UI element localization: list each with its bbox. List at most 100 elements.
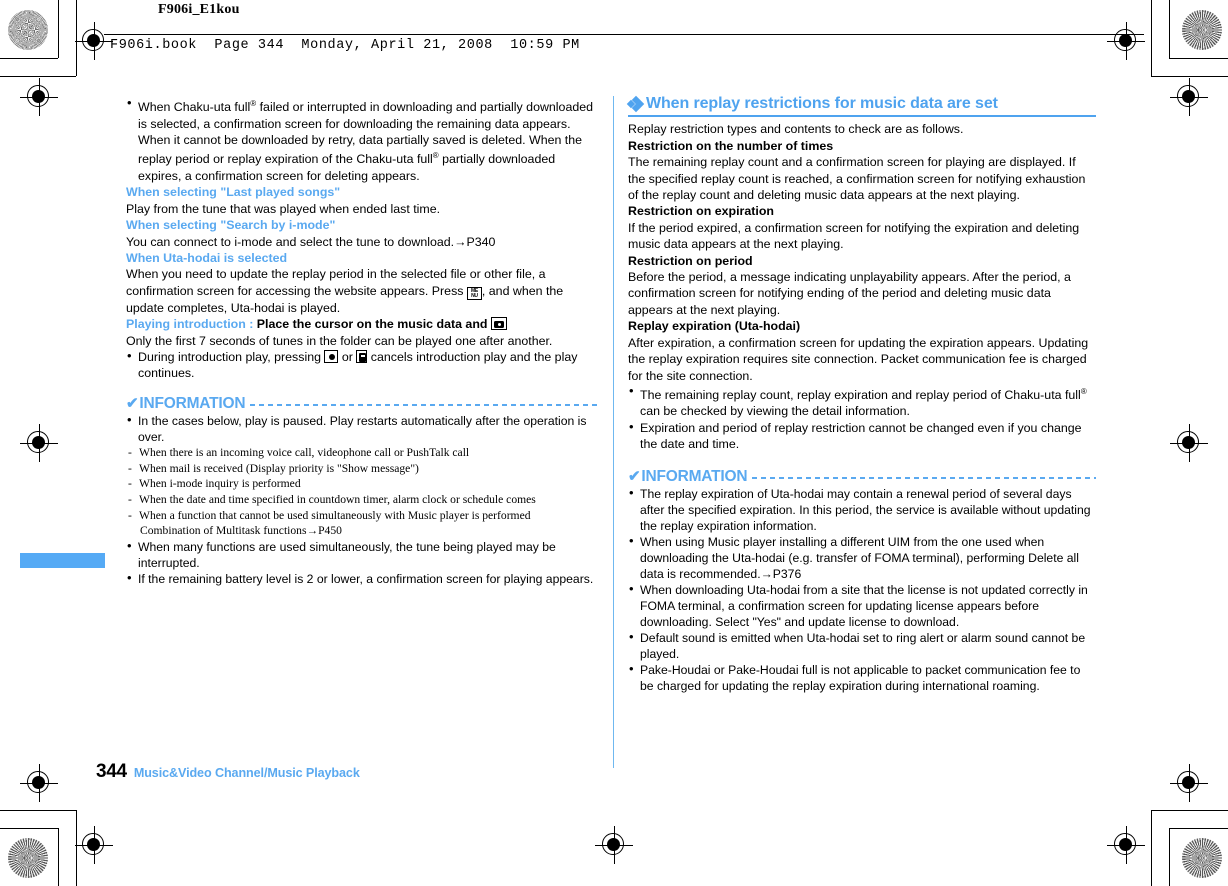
dashed-rule bbox=[250, 403, 600, 406]
information-body-right: The replay expiration of Uta-hodai may c… bbox=[628, 485, 1096, 694]
information-title-left: INFORMATION bbox=[139, 394, 246, 412]
crop-line-br-h1 bbox=[1169, 828, 1228, 829]
crop-line-tr-h1 bbox=[1169, 58, 1228, 59]
information-item: The replay expiration of Uta-hodai may c… bbox=[628, 485, 1096, 534]
restriction-body-replay-expiration: After expiration, a confirmation screen … bbox=[628, 335, 1089, 383]
playing-introduction-line: Playing introduction : Place the cursor … bbox=[126, 316, 600, 332]
rosette-mark-bottom-left bbox=[8, 838, 48, 878]
playing-introduction-instruction: Place the cursor on the music data and bbox=[256, 317, 488, 332]
information-heading-left: ✔ INFORMATION bbox=[126, 394, 600, 412]
playing-introduction-label: Playing introduction : bbox=[126, 317, 254, 332]
restriction-body-period: Before the period, a message indicating … bbox=[628, 270, 1071, 317]
page-arrow-icon: → bbox=[454, 234, 467, 249]
information-heading-right: ✔ INFORMATION bbox=[628, 467, 1096, 485]
information-sub-item-text: When a function that cannot be used simu… bbox=[139, 508, 531, 522]
column-divider bbox=[613, 96, 614, 768]
information-sub-item: When i-mode inquiry is performed bbox=[126, 476, 600, 492]
registration-mark-top-left-inner bbox=[75, 22, 113, 60]
information-item: In the cases below, play is paused. Play… bbox=[126, 412, 600, 445]
right-bullet-item: Expiration and period of replay restrict… bbox=[628, 419, 1096, 453]
information-item: Pake-Houdai or Pake-Houdai full is not a… bbox=[628, 661, 1096, 694]
right-bullet-item: The remaining replay count, replay expir… bbox=[628, 383, 1096, 420]
section-heading-text: When replay restrictions for music data … bbox=[646, 95, 998, 112]
chapter-tab-marker bbox=[20, 553, 105, 568]
right-bullet-list: The remaining replay count, replay expir… bbox=[628, 383, 1096, 453]
registered-mark: ® bbox=[432, 151, 439, 161]
book-print-info: F906i.book Page 344 Monday, April 21, 20… bbox=[110, 38, 580, 53]
restriction-body-expiration: If the period expired, a confirmation sc… bbox=[628, 220, 1080, 252]
camera-key-icon bbox=[490, 317, 507, 331]
crop-line-tl-v1 bbox=[58, 0, 59, 58]
information-list-left: In the cases below, play is paused. Play… bbox=[126, 412, 600, 445]
chapter-name: Music&Video Channel/Music Playback bbox=[133, 766, 360, 780]
restriction-heading-expiration: Restriction on expiration bbox=[628, 204, 774, 219]
subsection-heading-last-played: When selecting "Last played songs" bbox=[126, 185, 341, 200]
section-header-block: When replay restrictions for music data … bbox=[626, 95, 1096, 118]
lead-bullet-item: When Chaku-uta full® failed or interrupt… bbox=[126, 95, 600, 184]
information-sub-item: When there is an incoming voice call, vi… bbox=[126, 445, 600, 461]
menu-key-icon: ME NU bbox=[466, 286, 482, 300]
restriction-heading-count: Restriction on the number of times bbox=[628, 138, 834, 153]
enter-key-icon bbox=[324, 349, 339, 363]
registration-mark-bottom-right-inner bbox=[1107, 826, 1145, 864]
information-sub-item: When mail is received (Display priority … bbox=[126, 461, 600, 477]
registered-mark: ® bbox=[1080, 386, 1087, 396]
information-body-left: In the cases below, play is paused. Play… bbox=[126, 412, 600, 587]
subsection-body-uta-hodai: When you need to update the replay perio… bbox=[126, 267, 564, 315]
crop-line-tl-h1 bbox=[0, 58, 58, 59]
registration-mark-bottom-center bbox=[595, 826, 633, 864]
restriction-heading-period: Restriction on period bbox=[628, 253, 753, 268]
left-column: When Chaku-uta full® failed or interrupt… bbox=[126, 95, 600, 587]
right-column: When replay restrictions for music data … bbox=[626, 95, 1096, 694]
check-icon: ✔ bbox=[126, 394, 139, 412]
information-list-left-cont: When many functions are used simultaneou… bbox=[126, 538, 600, 587]
information-item: When using Music player installing a dif… bbox=[628, 533, 1096, 582]
crop-line-tr-h2 bbox=[1151, 76, 1228, 77]
subsection-body-search-imode: You can connect to i-mode and select the… bbox=[126, 234, 496, 249]
registration-mark-bottom-left-inner bbox=[75, 826, 113, 864]
registration-mark-right-upper bbox=[1170, 78, 1208, 116]
information-sub-list: When there is an incoming voice call, vi… bbox=[126, 445, 600, 539]
restriction-heading-replay-expiration: Replay expiration (Uta-hodai) bbox=[628, 319, 801, 334]
information-sub-item-with-cont: When a function that cannot be used simu… bbox=[126, 508, 600, 539]
crop-line-br-v1 bbox=[1169, 828, 1170, 886]
information-item: Default sound is emitted when Uta-hodai … bbox=[628, 629, 1096, 662]
rosette-mark-top-right bbox=[1182, 10, 1222, 50]
information-item: If the remaining battery level is 2 or l… bbox=[126, 570, 600, 587]
registered-mark: ® bbox=[250, 99, 257, 108]
information-item: When many functions are used simultaneou… bbox=[126, 538, 600, 571]
page-footer: 344 Music&Video Channel/Music Playback bbox=[96, 761, 360, 783]
playing-introduction-bullet-list: During introduction play, pressing or ca… bbox=[126, 348, 600, 382]
registration-mark-left-lower bbox=[20, 764, 58, 802]
crop-line-bl-h1 bbox=[0, 828, 58, 829]
diamond-cluster-icon bbox=[626, 95, 645, 113]
subsection-heading-uta-hodai: When Uta-hodai is selected bbox=[126, 250, 288, 265]
header-rule bbox=[104, 34, 1144, 35]
crop-line-tr-v1 bbox=[1169, 0, 1170, 58]
information-list-right: The replay expiration of Uta-hodai may c… bbox=[628, 485, 1096, 694]
lead-bullet-list: When Chaku-uta full® failed or interrupt… bbox=[126, 95, 600, 184]
restriction-body-count: The remaining replay count and a confirm… bbox=[628, 155, 1086, 203]
registration-mark-top-right-inner bbox=[1107, 22, 1145, 60]
crop-line-tr-v2 bbox=[1151, 0, 1152, 76]
crop-line-bl-h2 bbox=[0, 810, 76, 811]
crop-line-bl-v1 bbox=[58, 828, 59, 886]
subsection-body-last-played: Play from the tune that was played when … bbox=[126, 201, 441, 216]
document-code-label: F906i_E1kou bbox=[158, 2, 240, 17]
dashed-rule bbox=[752, 476, 1096, 479]
rosette-mark-top-left bbox=[8, 10, 48, 50]
subsection-heading-search-imode: When selecting "Search by i-mode" bbox=[126, 218, 336, 233]
crop-line-br-v2 bbox=[1151, 810, 1152, 886]
playing-introduction-body: Only the first 7 seconds of tunes in the… bbox=[126, 333, 553, 348]
registration-mark-left-middle bbox=[20, 424, 58, 462]
crop-line-br-h2 bbox=[1151, 810, 1228, 811]
information-item: When downloading Uta-hodai from a site t… bbox=[628, 581, 1096, 630]
registration-mark-left-upper bbox=[20, 78, 58, 116]
registration-mark-right-lower bbox=[1170, 764, 1208, 802]
information-sub-item: When the date and time specified in coun… bbox=[126, 492, 600, 508]
information-title-right: INFORMATION bbox=[641, 467, 748, 485]
section-heading: When replay restrictions for music data … bbox=[626, 95, 1096, 113]
information-sub-item-continuation: Combination of Multitask functions→P450 bbox=[140, 524, 342, 538]
clear-key-icon bbox=[356, 349, 368, 363]
section-intro-text: Replay restriction types and contents to… bbox=[628, 122, 964, 137]
